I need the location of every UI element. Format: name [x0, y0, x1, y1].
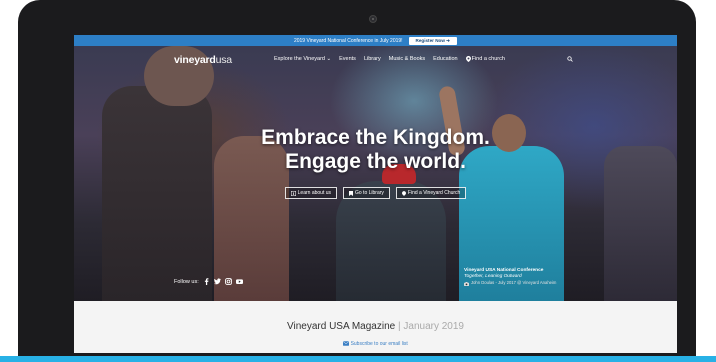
register-now-button[interactable]: Register Now ➜ [408, 36, 458, 45]
search-icon[interactable] [567, 56, 573, 62]
site-navigation: vineyardusa Explore the Vineyard ⌄ Event… [74, 46, 677, 74]
pin-icon [465, 56, 471, 62]
nav-item-education[interactable]: Education [433, 56, 457, 62]
pin-icon [401, 190, 406, 196]
promo-bar: 2019 Vineyard National Conference in Jul… [74, 35, 677, 46]
caption-credit: John Doulas - July 2017 @ Vineyard Anahe… [464, 280, 556, 286]
camera-icon [464, 281, 469, 286]
learn-about-us-button[interactable]: Learn about us [284, 187, 337, 199]
youtube-icon[interactable] [235, 278, 243, 285]
photo-caption: Vineyard USA National Conference Togethe… [464, 268, 556, 287]
find-church-label: Find a Vineyard Church [407, 190, 461, 196]
hero-section: vineyardusa Explore the Vineyard ⌄ Event… [74, 46, 677, 301]
follow-us-label: Follow us: [174, 278, 199, 285]
follow-us: Follow us: [174, 278, 243, 285]
hero-headline-1: Embrace the Kingdom. [261, 126, 490, 149]
page-accent-bar [0, 356, 716, 362]
logo-suffix: usa [215, 54, 233, 66]
magazine-title: Vineyard USA Magazine [287, 321, 396, 332]
caption-credit-text: John Doulas - July 2017 @ Vineyard Anahe… [471, 280, 557, 286]
subscribe-link[interactable]: Subscribe to our email list [74, 341, 677, 347]
learn-about-us-label: Learn about us [297, 190, 331, 196]
find-church-button[interactable]: Find a Vineyard Church [395, 187, 467, 199]
nav-item-explore[interactable]: Explore the Vineyard ⌄ [274, 56, 331, 62]
nav-item-library[interactable]: Library [364, 56, 381, 62]
hero-headline-2: Engage the world. [285, 150, 466, 173]
bookmark-icon [349, 190, 353, 196]
nav-item-find-church-label: Find a church [471, 56, 505, 62]
nav-item-music-books[interactable]: Music & Books [389, 56, 425, 62]
info-icon [290, 190, 296, 196]
facebook-icon[interactable] [203, 278, 210, 285]
webcam [369, 15, 377, 23]
go-to-library-label: Go to Library [355, 190, 384, 196]
subscribe-label: Subscribe to our email list [350, 341, 408, 347]
magazine-date: January 2019 [403, 321, 464, 332]
logo-main: vineyard [174, 54, 216, 66]
site-logo[interactable]: vineyardusa [174, 54, 232, 66]
website-screen: 2019 Vineyard National Conference in Jul… [74, 35, 677, 353]
instagram-icon[interactable] [224, 278, 232, 285]
hero-button-row: Learn about us Go to Library Find a Vine… [74, 187, 677, 199]
go-to-library-button[interactable]: Go to Library [343, 187, 390, 199]
laptop-frame: 2019 Vineyard National Conference in Jul… [18, 0, 696, 362]
nav-item-find-church[interactable]: Find a church [465, 56, 505, 62]
magazine-section: Vineyard USA Magazine | January 2019 Sub… [74, 301, 677, 353]
twitter-icon[interactable] [213, 278, 221, 285]
nav-menu: Explore the Vineyard ⌄ Events Library Mu… [274, 56, 505, 62]
mail-icon [343, 341, 350, 346]
promo-text: 2019 Vineyard National Conference in Jul… [293, 37, 403, 44]
hero-figure-center [336, 181, 446, 301]
nav-item-events[interactable]: Events [339, 56, 356, 62]
magazine-heading: Vineyard USA Magazine | January 2019 [74, 321, 677, 332]
